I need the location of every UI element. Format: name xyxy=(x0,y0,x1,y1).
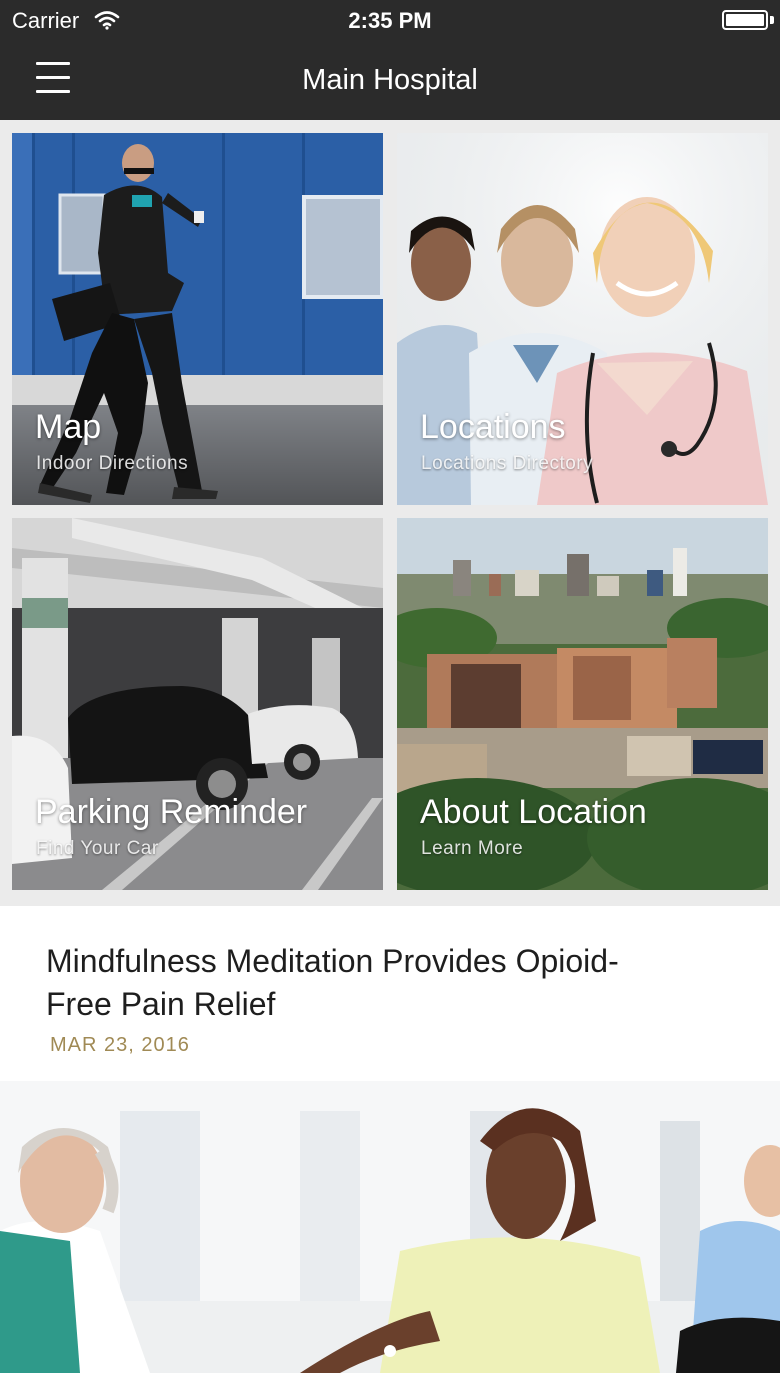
news-card[interactable]: Mindfulness Meditation Provides Opioid-F… xyxy=(0,906,780,1387)
tile-parking-title: Parking Reminder xyxy=(35,793,308,831)
tile-map[interactable]: Map Indoor Directions xyxy=(12,133,383,505)
tile-map-subtitle: Indoor Directions xyxy=(36,453,189,474)
status-time: 2:35 PM xyxy=(348,8,432,33)
status-bar: Carrier 2:35 PM xyxy=(0,0,780,40)
parking-tile-image xyxy=(12,518,383,890)
battery-icon xyxy=(722,10,768,30)
meditation-image xyxy=(0,1081,780,1373)
page-indicator-dot[interactable] xyxy=(384,1345,396,1357)
tile-parking-reminder[interactable]: Parking Reminder Find Your Car xyxy=(12,518,383,890)
locations-tile-image xyxy=(397,133,768,505)
tile-about-title: About Location xyxy=(420,793,647,831)
tile-parking-subtitle: Find Your Car xyxy=(36,838,159,859)
navigation-bar: Carrier 2:35 PM Main Hospital xyxy=(0,0,780,120)
tile-about-subtitle: Learn More xyxy=(421,838,524,859)
tile-locations[interactable]: Locations Locations Directory xyxy=(397,133,768,505)
page-title: Main Hospital xyxy=(302,64,478,96)
news-image xyxy=(0,1081,780,1373)
news-headline: Mindfulness Meditation Provides Opioid-F… xyxy=(46,943,619,1022)
tile-locations-subtitle: Locations Directory xyxy=(421,453,594,474)
tile-map-title: Map xyxy=(35,408,102,446)
map-tile-image xyxy=(12,133,383,505)
news-date: MAR 23, 2016 xyxy=(50,1034,190,1056)
tile-locations-title: Locations xyxy=(420,408,566,446)
tile-about-location[interactable]: About Location Learn More xyxy=(397,518,768,890)
about-location-tile-image xyxy=(397,518,768,890)
battery-tip xyxy=(770,16,774,24)
